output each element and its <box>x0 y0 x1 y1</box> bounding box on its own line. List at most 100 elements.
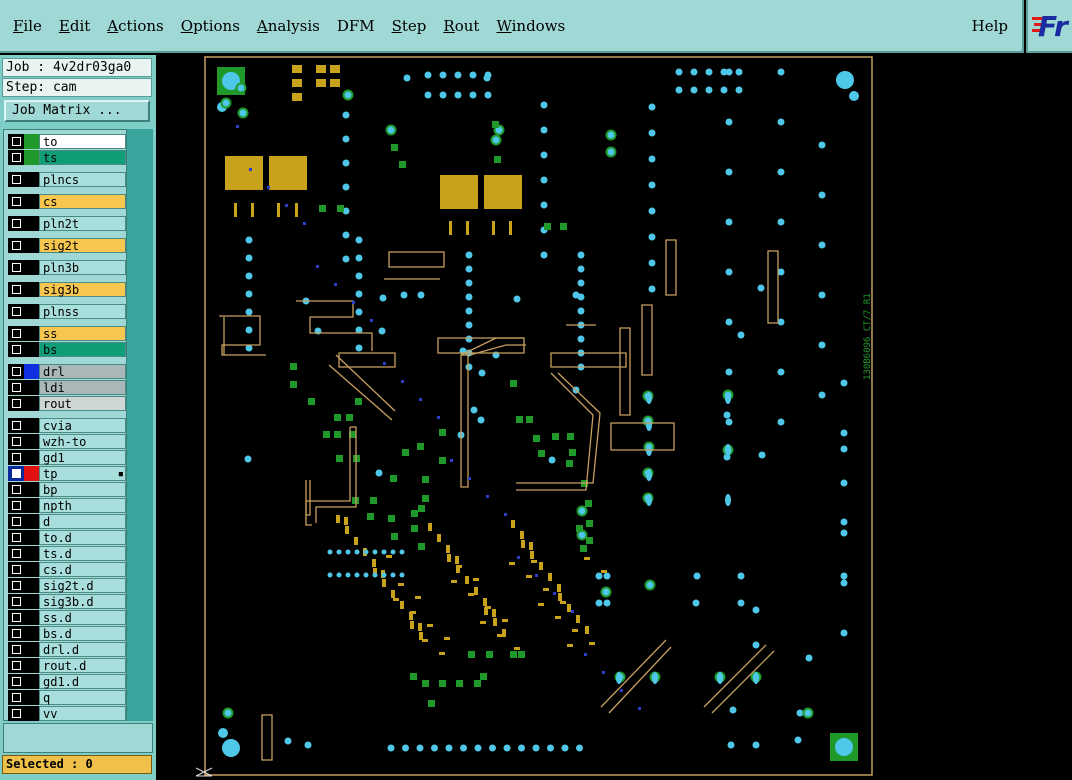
layer-checkbox[interactable] <box>8 674 24 689</box>
layer-row-plnss[interactable]: plnss <box>8 304 126 319</box>
layer-name[interactable]: sig3b <box>39 282 126 297</box>
layer-name[interactable]: vv <box>39 706 126 721</box>
layer-checkbox[interactable] <box>8 578 24 593</box>
layer-checkbox[interactable] <box>8 626 24 641</box>
layer-row-to[interactable]: to <box>8 134 126 149</box>
menu-analysis[interactable]: Analysis <box>257 17 320 35</box>
layer-checkbox[interactable] <box>8 150 24 165</box>
layer-row-wzh-to[interactable]: wzh-to <box>8 434 126 449</box>
layer-name[interactable]: to <box>39 134 126 149</box>
layer-name[interactable]: bs.d <box>39 626 126 641</box>
layer-checkbox[interactable] <box>8 594 24 609</box>
layer-color-swatch[interactable] <box>24 642 39 657</box>
layer-color-swatch[interactable] <box>24 194 39 209</box>
menu-step[interactable]: Step <box>392 17 427 35</box>
layer-color-swatch[interactable] <box>24 658 39 673</box>
layer-color-swatch[interactable] <box>24 418 39 433</box>
layer-row-to.d[interactable]: to.d <box>8 530 126 545</box>
layer-color-swatch[interactable] <box>24 626 39 641</box>
layer-row-gd1[interactable]: gd1 <box>8 450 126 465</box>
menu-edit[interactable]: Edit <box>59 17 90 35</box>
layer-color-swatch[interactable] <box>24 594 39 609</box>
layer-color-swatch[interactable] <box>24 216 39 231</box>
layer-row-ldi[interactable]: ldi <box>8 380 126 395</box>
layer-name[interactable]: cs <box>39 194 126 209</box>
menu-actions[interactable]: Actions <box>107 17 163 35</box>
layer-name[interactable]: rout.d <box>39 658 126 673</box>
layer-checkbox[interactable] <box>8 194 24 209</box>
menu-windows[interactable]: Windows <box>496 17 565 35</box>
menu-options[interactable]: Options <box>181 17 240 35</box>
layer-checkbox[interactable] <box>8 642 24 657</box>
layer-color-swatch[interactable] <box>24 530 39 545</box>
layer-color-swatch[interactable] <box>24 172 39 187</box>
layer-color-swatch[interactable] <box>24 562 39 577</box>
layer-checkbox[interactable] <box>8 434 24 449</box>
layer-row-sig3b[interactable]: sig3b <box>8 282 126 297</box>
layer-checkbox[interactable] <box>8 260 24 275</box>
layer-name[interactable]: ts <box>39 150 126 165</box>
layer-checkbox[interactable] <box>8 326 24 341</box>
layer-row-pln2t[interactable]: pln2t <box>8 216 126 231</box>
layer-color-swatch[interactable] <box>24 134 39 149</box>
layer-color-swatch[interactable] <box>24 706 39 721</box>
layer-name[interactable]: sig3b.d <box>39 594 126 609</box>
layer-checkbox[interactable] <box>8 172 24 187</box>
layer-color-swatch[interactable] <box>24 304 39 319</box>
layer-color-swatch[interactable] <box>24 260 39 275</box>
layer-name[interactable]: plncs <box>39 172 126 187</box>
layer-color-swatch[interactable] <box>24 434 39 449</box>
layer-color-swatch[interactable] <box>24 690 39 705</box>
layer-color-swatch[interactable] <box>24 466 39 481</box>
menu-rout[interactable]: Rout <box>443 17 479 35</box>
layer-checkbox[interactable] <box>8 690 24 705</box>
layer-row-bs[interactable]: bs <box>8 342 126 357</box>
layer-row-pln3b[interactable]: pln3b <box>8 260 126 275</box>
layer-name[interactable]: ldi <box>39 380 126 395</box>
layer-color-swatch[interactable] <box>24 364 39 379</box>
layer-name[interactable]: pln3b <box>39 260 126 275</box>
layer-name[interactable]: to.d <box>39 530 126 545</box>
menu-dfm[interactable]: DFM <box>337 17 375 35</box>
layer-name[interactable]: ts.d <box>39 546 126 561</box>
layer-row-vv[interactable]: vv <box>8 706 126 721</box>
layer-color-swatch[interactable] <box>24 498 39 513</box>
layer-name[interactable]: bs <box>39 342 126 357</box>
layer-name[interactable]: plnss <box>39 304 126 319</box>
layer-color-swatch[interactable] <box>24 238 39 253</box>
layer-checkbox[interactable] <box>8 418 24 433</box>
layer-checkbox[interactable] <box>8 610 24 625</box>
layer-name[interactable]: q <box>39 690 126 705</box>
board-canvas[interactable]: 130B6096 CT/7 R1 <box>156 55 1072 780</box>
layer-checkbox[interactable] <box>8 530 24 545</box>
layer-checkbox[interactable] <box>8 342 24 357</box>
layer-color-swatch[interactable] <box>24 326 39 341</box>
layer-row-drl.d[interactable]: drl.d <box>8 642 126 657</box>
layer-checkbox[interactable] <box>8 466 24 481</box>
layer-row-ss.d[interactable]: ss.d <box>8 610 126 625</box>
layer-checkbox[interactable] <box>8 216 24 231</box>
layer-row-plncs[interactable]: plncs <box>8 172 126 187</box>
layer-checkbox[interactable] <box>8 282 24 297</box>
menu-file[interactable]: File <box>13 17 42 35</box>
layer-color-swatch[interactable] <box>24 674 39 689</box>
layer-checkbox[interactable] <box>8 546 24 561</box>
layer-row-drl[interactable]: drl <box>8 364 126 379</box>
layer-color-swatch[interactable] <box>24 342 39 357</box>
layer-name[interactable]: rout <box>39 396 126 411</box>
layer-color-swatch[interactable] <box>24 514 39 529</box>
layer-checkbox[interactable] <box>8 482 24 497</box>
layer-row-bp[interactable]: bp <box>8 482 126 497</box>
layer-checkbox[interactable] <box>8 380 24 395</box>
layer-checkbox[interactable] <box>8 658 24 673</box>
layer-row-npth[interactable]: npth <box>8 498 126 513</box>
layer-row-cs[interactable]: cs <box>8 194 126 209</box>
layer-row-gd1.d[interactable]: gd1.d <box>8 674 126 689</box>
layer-row-rout[interactable]: rout <box>8 396 126 411</box>
layer-row-cvia[interactable]: cvia <box>8 418 126 433</box>
layer-row-bs.d[interactable]: bs.d <box>8 626 126 641</box>
layer-list-scrollbar[interactable] <box>127 129 153 721</box>
layer-name[interactable]: cvia <box>39 418 126 433</box>
layer-color-swatch[interactable] <box>24 380 39 395</box>
layer-row-d[interactable]: d <box>8 514 126 529</box>
